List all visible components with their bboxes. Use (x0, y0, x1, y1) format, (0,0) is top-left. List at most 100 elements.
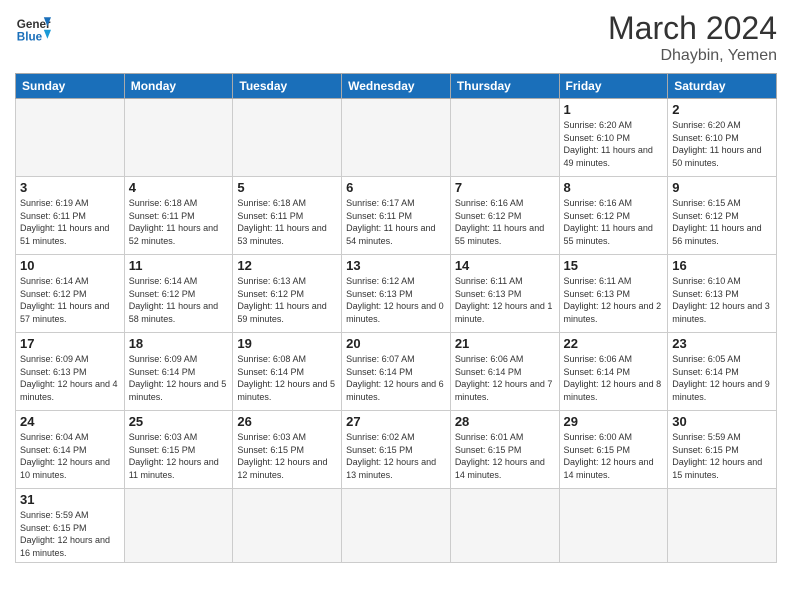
day-info: Sunrise: 6:11 AM Sunset: 6:13 PM Dayligh… (455, 275, 555, 325)
col-thursday: Thursday (450, 74, 559, 99)
day-number: 12 (237, 258, 337, 273)
table-row (450, 489, 559, 563)
day-info: Sunrise: 6:18 AM Sunset: 6:11 PM Dayligh… (129, 197, 229, 247)
day-info: Sunrise: 6:12 AM Sunset: 6:13 PM Dayligh… (346, 275, 446, 325)
day-info: Sunrise: 6:14 AM Sunset: 6:12 PM Dayligh… (20, 275, 120, 325)
table-row (668, 489, 777, 563)
logo: General Blue (15, 10, 51, 46)
day-number: 5 (237, 180, 337, 195)
col-monday: Monday (124, 74, 233, 99)
table-row: 21 Sunrise: 6:06 AM Sunset: 6:14 PM Dayli… (450, 333, 559, 411)
table-row: 29 Sunrise: 6:00 AM Sunset: 6:15 PM Dayli… (559, 411, 668, 489)
title-block: March 2024 Dhaybin, Yemen (608, 10, 777, 65)
page-container: General Blue March 2024 Dhaybin, Yemen S… (0, 0, 792, 568)
day-info: Sunrise: 6:03 AM Sunset: 6:15 PM Dayligh… (129, 431, 229, 481)
table-row: 2Sunrise: 6:20 AM Sunset: 6:10 PM Daylig… (668, 99, 777, 177)
table-row: 20 Sunrise: 6:07 AM Sunset: 6:14 PM Dayli… (342, 333, 451, 411)
day-info: Sunrise: 6:06 AM Sunset: 6:14 PM Dayligh… (455, 353, 555, 403)
table-row (124, 99, 233, 177)
day-number: 4 (129, 180, 229, 195)
day-info: Sunrise: 6:20 AM Sunset: 6:10 PM Dayligh… (564, 119, 664, 169)
table-row: 24Sunrise: 6:04 AM Sunset: 6:14 PM Dayli… (16, 411, 125, 489)
day-number: 21 (455, 336, 555, 351)
table-row: 9 Sunrise: 6:15 AM Sunset: 6:12 PM Daylig… (668, 177, 777, 255)
table-row: 6Sunrise: 6:17 AM Sunset: 6:11 PM Daylig… (342, 177, 451, 255)
table-row (233, 489, 342, 563)
table-row (450, 99, 559, 177)
day-number: 23 (672, 336, 772, 351)
day-number: 22 (564, 336, 664, 351)
table-row: 8Sunrise: 6:16 AM Sunset: 6:12 PM Daylig… (559, 177, 668, 255)
table-row (559, 489, 668, 563)
table-row: 10 Sunrise: 6:14 AM Sunset: 6:12 PM Dayli… (16, 255, 125, 333)
day-number: 26 (237, 414, 337, 429)
day-number: 18 (129, 336, 229, 351)
day-info: Sunrise: 6:06 AM Sunset: 6:14 PM Dayligh… (564, 353, 664, 403)
day-number: 15 (564, 258, 664, 273)
day-info: Sunrise: 5:59 AM Sunset: 6:15 PM Dayligh… (672, 431, 772, 481)
day-info: Sunrise: 6:10 AM Sunset: 6:13 PM Dayligh… (672, 275, 772, 325)
table-row: 28Sunrise: 6:01 AM Sunset: 6:15 PM Dayli… (450, 411, 559, 489)
table-row: 17 Sunrise: 6:09 AM Sunset: 6:13 PM Dayli… (16, 333, 125, 411)
table-row: 25 Sunrise: 6:03 AM Sunset: 6:15 PM Dayli… (124, 411, 233, 489)
day-number: 19 (237, 336, 337, 351)
day-info: Sunrise: 6:16 AM Sunset: 6:12 PM Dayligh… (564, 197, 664, 247)
col-saturday: Saturday (668, 74, 777, 99)
table-row (342, 489, 451, 563)
table-row: 18 Sunrise: 6:09 AM Sunset: 6:14 PM Dayli… (124, 333, 233, 411)
table-row: 15 Sunrise: 6:11 AM Sunset: 6:13 PM Dayli… (559, 255, 668, 333)
table-row: 31 Sunrise: 5:59 AM Sunset: 6:15 PM Dayli… (16, 489, 125, 563)
month-year-title: March 2024 (608, 10, 777, 47)
table-row (124, 489, 233, 563)
day-number: 24 (20, 414, 120, 429)
day-info: Sunrise: 6:08 AM Sunset: 6:14 PM Dayligh… (237, 353, 337, 403)
table-row: 26 Sunrise: 6:03 AM Sunset: 6:15 PM Dayli… (233, 411, 342, 489)
day-number: 25 (129, 414, 229, 429)
day-number: 9 (672, 180, 772, 195)
day-info: Sunrise: 6:17 AM Sunset: 6:11 PM Dayligh… (346, 197, 446, 247)
day-info: Sunrise: 6:09 AM Sunset: 6:13 PM Dayligh… (20, 353, 120, 403)
day-number: 31 (20, 492, 120, 507)
table-row: 4 Sunrise: 6:18 AM Sunset: 6:11 PM Daylig… (124, 177, 233, 255)
day-info: Sunrise: 6:15 AM Sunset: 6:12 PM Dayligh… (672, 197, 772, 247)
day-info: Sunrise: 6:07 AM Sunset: 6:14 PM Dayligh… (346, 353, 446, 403)
table-row (233, 99, 342, 177)
day-number: 3 (20, 180, 120, 195)
day-info: Sunrise: 6:05 AM Sunset: 6:14 PM Dayligh… (672, 353, 772, 403)
day-info: Sunrise: 6:16 AM Sunset: 6:12 PM Dayligh… (455, 197, 555, 247)
day-info: Sunrise: 6:09 AM Sunset: 6:14 PM Dayligh… (129, 353, 229, 403)
day-number: 30 (672, 414, 772, 429)
table-row: 13 Sunrise: 6:12 AM Sunset: 6:13 PM Dayli… (342, 255, 451, 333)
table-row: 19 Sunrise: 6:08 AM Sunset: 6:14 PM Dayli… (233, 333, 342, 411)
day-number: 10 (20, 258, 120, 273)
day-number: 20 (346, 336, 446, 351)
col-tuesday: Tuesday (233, 74, 342, 99)
day-info: Sunrise: 6:13 AM Sunset: 6:12 PM Dayligh… (237, 275, 337, 325)
day-info: Sunrise: 6:19 AM Sunset: 6:11 PM Dayligh… (20, 197, 120, 247)
day-info: Sunrise: 6:14 AM Sunset: 6:12 PM Dayligh… (129, 275, 229, 325)
day-number: 17 (20, 336, 120, 351)
table-row: 16Sunrise: 6:10 AM Sunset: 6:13 PM Dayli… (668, 255, 777, 333)
day-number: 29 (564, 414, 664, 429)
col-friday: Friday (559, 74, 668, 99)
table-row: 5 Sunrise: 6:18 AM Sunset: 6:11 PM Daylig… (233, 177, 342, 255)
table-row: 11Sunrise: 6:14 AM Sunset: 6:12 PM Dayli… (124, 255, 233, 333)
day-info: Sunrise: 6:00 AM Sunset: 6:15 PM Dayligh… (564, 431, 664, 481)
calendar-table: Sunday Monday Tuesday Wednesday Thursday… (15, 73, 777, 563)
table-row: 27Sunrise: 6:02 AM Sunset: 6:15 PM Dayli… (342, 411, 451, 489)
header: General Blue March 2024 Dhaybin, Yemen (15, 10, 777, 65)
day-info: Sunrise: 6:03 AM Sunset: 6:15 PM Dayligh… (237, 431, 337, 481)
day-info: Sunrise: 6:02 AM Sunset: 6:15 PM Dayligh… (346, 431, 446, 481)
table-row (342, 99, 451, 177)
table-row: 30 Sunrise: 5:59 AM Sunset: 6:15 PM Dayli… (668, 411, 777, 489)
day-info: Sunrise: 5:59 AM Sunset: 6:15 PM Dayligh… (20, 509, 120, 559)
table-row: 3 Sunrise: 6:19 AM Sunset: 6:11 PM Daylig… (16, 177, 125, 255)
svg-text:Blue: Blue (17, 31, 43, 44)
day-number: 14 (455, 258, 555, 273)
table-row: 23 Sunrise: 6:05 AM Sunset: 6:14 PM Dayli… (668, 333, 777, 411)
table-row (16, 99, 125, 177)
day-info: Sunrise: 6:20 AM Sunset: 6:10 PM Dayligh… (672, 119, 772, 169)
day-info: Sunrise: 6:18 AM Sunset: 6:11 PM Dayligh… (237, 197, 337, 247)
day-number: 13 (346, 258, 446, 273)
day-info: Sunrise: 6:11 AM Sunset: 6:13 PM Dayligh… (564, 275, 664, 325)
